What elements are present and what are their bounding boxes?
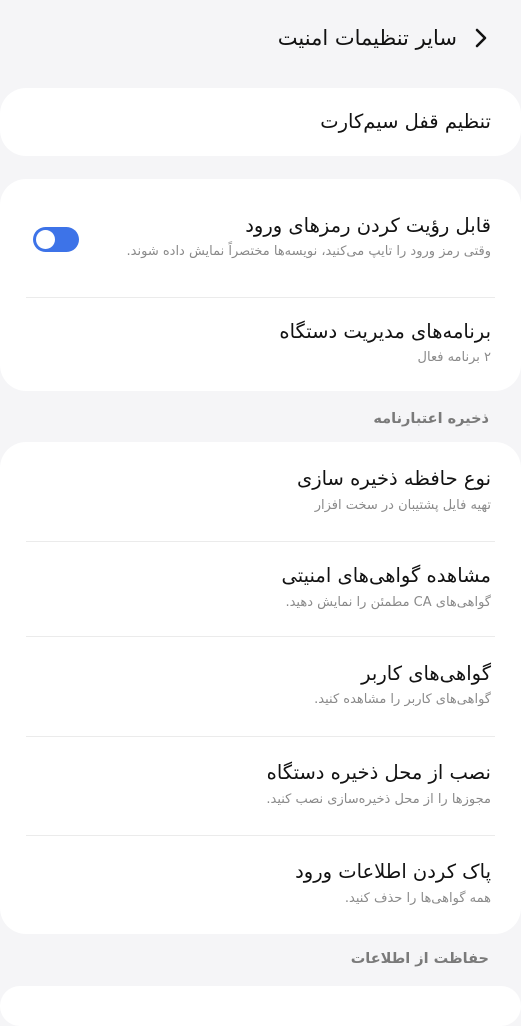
show-passwords-subtitle: وقتی رمز ورود را تایپ می‌کنید، نویسه‌ها … bbox=[126, 244, 491, 260]
data-protection-section-header: حفاظت از اطلاعات bbox=[350, 951, 489, 967]
show-passwords-toggle[interactable] bbox=[33, 227, 79, 252]
user-certificates-setting[interactable]: گواهی‌های کاربر گواهی‌های کاربر را مشاهد… bbox=[0, 636, 521, 736]
device-admin-subtitle: ۲ برنامه فعال bbox=[417, 350, 491, 366]
passwords-card: قابل رؤیت کردن رمزهای ورود وقتی رمز ورود… bbox=[0, 179, 521, 391]
back-chevron-icon[interactable] bbox=[467, 24, 495, 52]
list-item-title: نصب از محل ذخیره دستگاه bbox=[266, 761, 491, 785]
top-app-bar: سایر تنظیمات امنیت bbox=[0, 0, 521, 76]
storage-type-setting[interactable]: نوع حافظه ذخیره سازی تهیه فایل پشتیبان د… bbox=[0, 442, 521, 541]
toggle-knob bbox=[36, 230, 55, 249]
list-item-subtitle: همه گواهی‌ها را حذف کنید. bbox=[344, 890, 491, 906]
list-item-title: پاک کردن اطلاعات ورود bbox=[295, 860, 491, 884]
page-title: سایر تنظیمات امنیت bbox=[277, 26, 457, 50]
sim-lock-title: تنظیم قفل سیم‌کارت bbox=[320, 110, 491, 134]
credential-storage-section-header: ذخیره اعتبارنامه bbox=[373, 411, 489, 427]
device-admin-apps-setting[interactable]: برنامه‌های مدیریت دستگاه ۲ برنامه فعال bbox=[0, 297, 521, 391]
list-item-subtitle: تهیه فایل پشتیبان در سخت افزار bbox=[314, 497, 491, 513]
list-item-title: مشاهده گواهی‌های امنیتی bbox=[281, 564, 491, 588]
install-from-storage-setting[interactable]: نصب از محل ذخیره دستگاه مجوزها را از محل… bbox=[0, 736, 521, 835]
sim-lock-setting[interactable]: تنظیم قفل سیم‌کارت bbox=[0, 88, 521, 156]
sim-lock-card: تنظیم قفل سیم‌کارت bbox=[0, 88, 521, 156]
clear-credentials-setting[interactable]: پاک کردن اطلاعات ورود همه گواهی‌ها را حذ… bbox=[0, 835, 521, 934]
list-item-subtitle: مجوزها را از محل ذخیره‌سازی نصب کنید. bbox=[266, 791, 491, 807]
device-admin-title: برنامه‌های مدیریت دستگاه bbox=[279, 319, 491, 343]
list-item-subtitle: گواهی‌های CA مطمئن را نمایش دهید. bbox=[285, 594, 491, 610]
show-passwords-setting[interactable]: قابل رؤیت کردن رمزهای ورود وقتی رمز ورود… bbox=[0, 179, 521, 297]
list-item-title: گواهی‌های کاربر bbox=[361, 661, 491, 685]
show-passwords-title: قابل رؤیت کردن رمزهای ورود bbox=[245, 213, 491, 237]
data-protection-card bbox=[0, 986, 521, 1026]
list-item-title: نوع حافظه ذخیره سازی bbox=[296, 467, 491, 491]
list-item-subtitle: گواهی‌های کاربر را مشاهده کنید. bbox=[314, 692, 491, 708]
credential-storage-card: نوع حافظه ذخیره سازی تهیه فایل پشتیبان د… bbox=[0, 442, 521, 934]
view-security-certificates-setting[interactable]: مشاهده گواهی‌های امنیتی گواهی‌های CA مطم… bbox=[0, 541, 521, 636]
